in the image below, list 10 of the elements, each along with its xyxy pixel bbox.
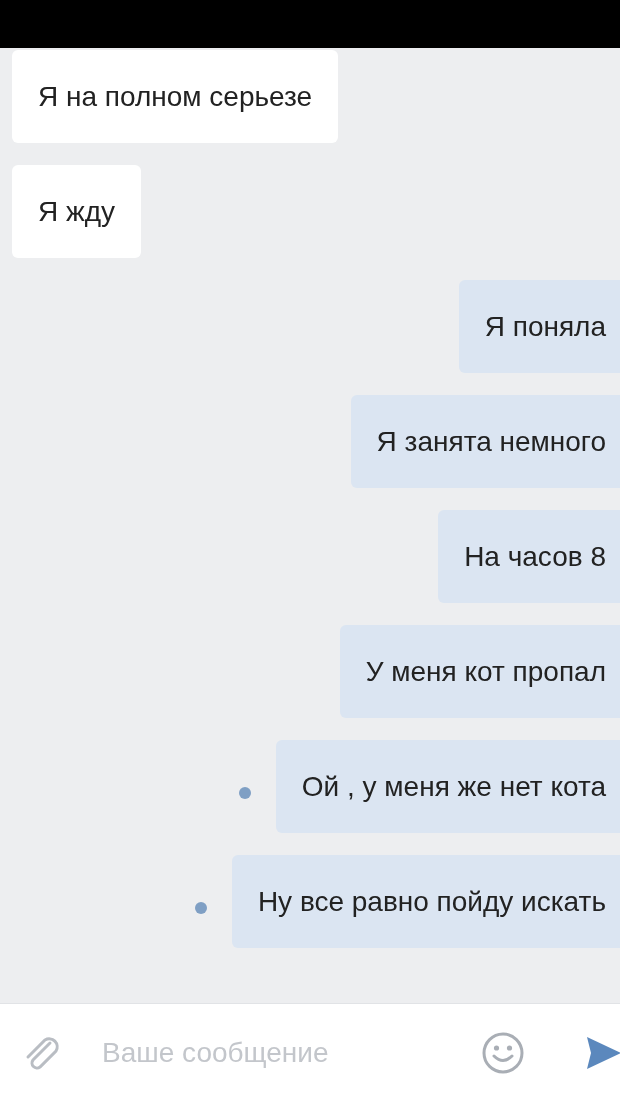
message-field[interactable]: Ваше сообщение [100,1035,481,1070]
smiley-icon[interactable] [481,1030,525,1075]
message-bubble: Я занята немного [350,395,620,488]
message-bubble: У меня кот пропал [339,625,620,718]
message-bubble: Я жду [12,165,142,258]
message-bubble: Я поняла [458,280,620,373]
message-bubble: На часов 8 [438,510,620,603]
message-bubble: Ну все равно пойду искать [231,855,620,948]
message-bubble: Я на полном серьезе [12,50,339,143]
message-bubble: Ой , у меня же нет кота [275,740,620,833]
